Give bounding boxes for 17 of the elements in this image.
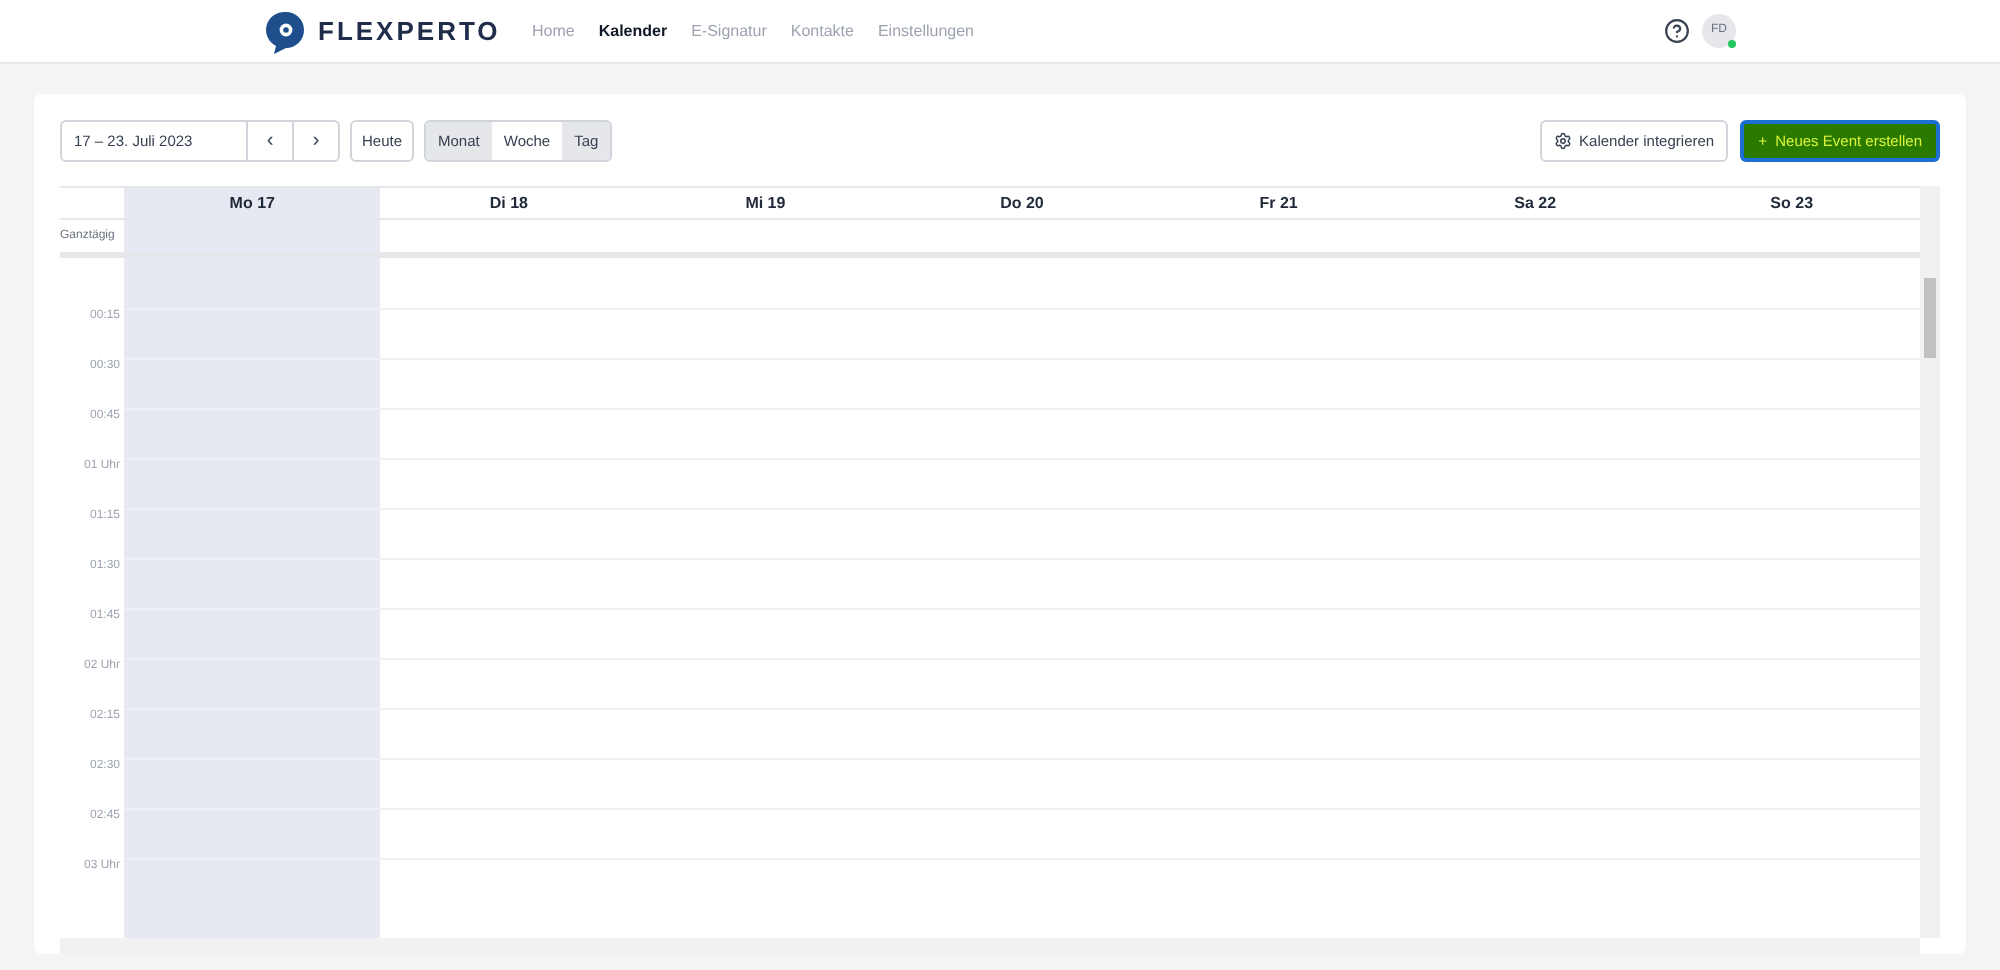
day-header: Mo 17 — [229, 191, 275, 215]
help-icon[interactable] — [1664, 18, 1690, 44]
scrollbar-thumb[interactable] — [1924, 278, 1936, 358]
horizontal-scrollbar[interactable] — [60, 938, 1920, 954]
nav-link[interactable]: Kalender — [598, 19, 668, 43]
day-header: Fr 21 — [1259, 191, 1298, 215]
logo-icon — [266, 9, 306, 53]
day-header: Di 18 — [489, 191, 528, 215]
day-header: Sa 22 — [1514, 191, 1557, 215]
next-button[interactable]: › — [294, 120, 340, 162]
day-header: So 23 — [1770, 191, 1814, 215]
brand-name: FLEXPERTO — [318, 13, 501, 50]
vertical-scrollbar[interactable] — [1920, 186, 1940, 938]
settings-icon — [1553, 132, 1572, 150]
previous-button[interactable]: ‹ — [248, 120, 294, 162]
day-header: Do 20 — [1000, 191, 1044, 215]
day-header: Mi 19 — [745, 191, 786, 215]
